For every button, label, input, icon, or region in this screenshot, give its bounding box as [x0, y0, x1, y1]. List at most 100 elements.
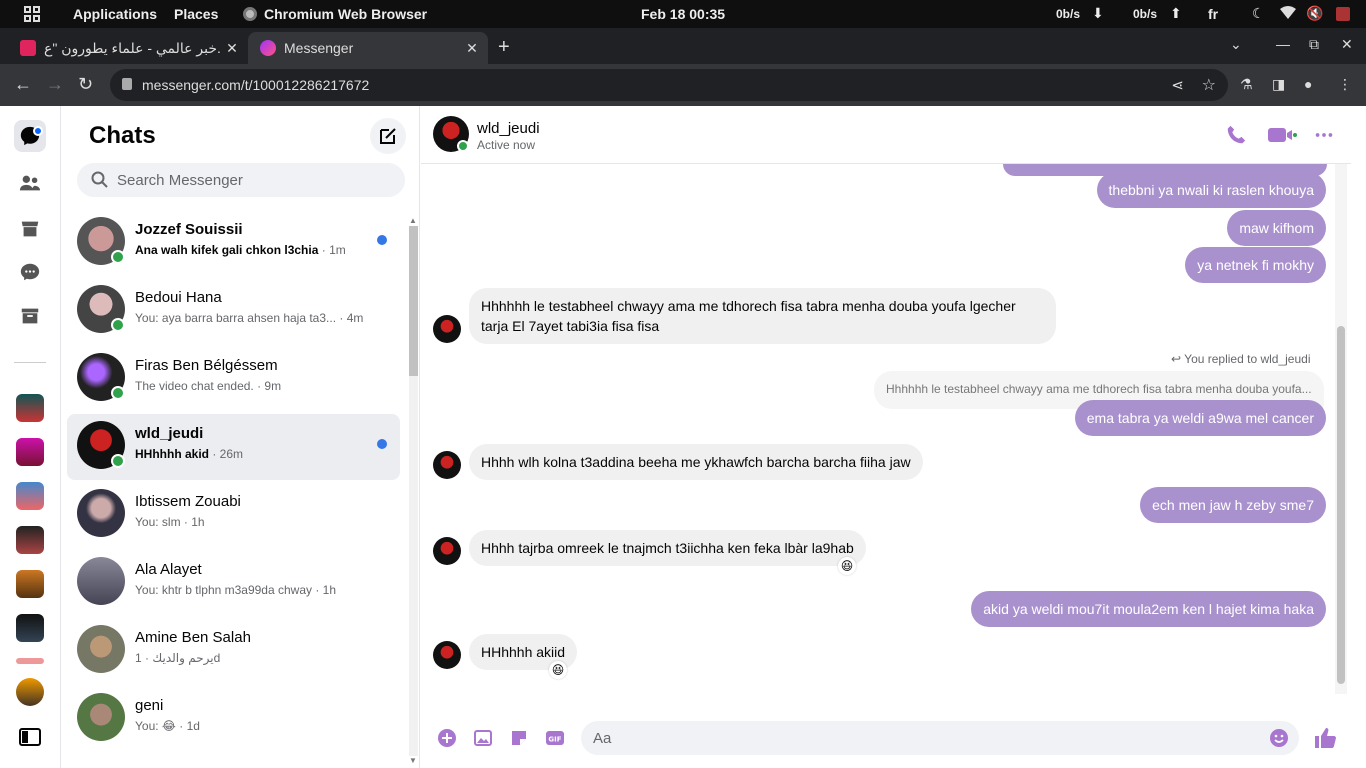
- minimize-button[interactable]: —: [1276, 36, 1290, 52]
- thumbs-up-like-icon[interactable]: [1313, 726, 1337, 750]
- scrollbar-thumb[interactable]: [1337, 326, 1345, 684]
- side-panel-icon[interactable]: ◨: [1272, 76, 1288, 92]
- toggle-sidebar-icon[interactable]: [14, 721, 46, 753]
- contact-avatar-small[interactable]: [433, 641, 461, 669]
- search-box[interactable]: [77, 163, 405, 197]
- close-window-button[interactable]: ✕: [1341, 36, 1353, 53]
- browser-toolbar: ← → ↻ messenger.com/t/100012286217672 ⋖ …: [0, 64, 1366, 106]
- community-thumb-3[interactable]: [16, 482, 44, 510]
- message-bubble-sent[interactable]: ya netnek fi mokhy: [1185, 247, 1326, 283]
- community-thumb-5[interactable]: [16, 570, 44, 598]
- labs-flask-icon[interactable]: ⚗: [1240, 76, 1256, 92]
- reaction-laugh[interactable]: 😆: [549, 661, 567, 679]
- battery-icon[interactable]: [1336, 7, 1350, 21]
- contact-avatar-small[interactable]: [433, 451, 461, 479]
- close-tab-icon[interactable]: ✕: [462, 40, 482, 57]
- online-indicator: [457, 140, 469, 152]
- keyboard-language[interactable]: fr: [1208, 6, 1218, 22]
- chat-row[interactable]: Ibtissem Zouabi You: slm · 1h: [67, 482, 400, 548]
- volume-muted-icon[interactable]: 🔇: [1306, 5, 1323, 22]
- reaction-laugh[interactable]: 😆: [838, 557, 856, 575]
- app-grid-icon[interactable]: [24, 6, 40, 22]
- clock[interactable]: Feb 18 00:35: [641, 6, 725, 22]
- forward-button[interactable]: →: [46, 74, 64, 95]
- places-menu[interactable]: Places: [174, 6, 218, 22]
- browser-menu-icon[interactable]: ⋮: [1338, 76, 1354, 92]
- browser-tab-messenger[interactable]: Messenger ✕: [248, 32, 488, 64]
- message-field[interactable]: [581, 721, 1299, 755]
- online-indicator: [111, 386, 125, 400]
- phone-call-icon[interactable]: [1225, 124, 1247, 146]
- more-options-icon[interactable]: [1313, 124, 1335, 146]
- chat-row[interactable]: geni You: 😂 · 1d: [67, 686, 400, 752]
- community-thumb-4[interactable]: [16, 526, 44, 554]
- message-bubble-received[interactable]: Hhhhhh le testabheel chwayy ama me tdhor…: [469, 288, 1056, 344]
- maximize-button[interactable]: ⧉: [1309, 36, 1319, 53]
- news-favicon-icon: [20, 40, 36, 56]
- message-requests-nav-icon[interactable]: [14, 256, 46, 288]
- tab-search-chevron-icon[interactable]: ⌄: [1230, 36, 1242, 53]
- share-icon[interactable]: ⋖: [1171, 76, 1184, 94]
- video-call-icon[interactable]: [1267, 124, 1297, 146]
- attach-image-icon[interactable]: [473, 728, 493, 748]
- community-thumb-2[interactable]: [16, 438, 44, 466]
- community-thumb-6[interactable]: [16, 614, 44, 642]
- profile-icon[interactable]: ●: [1304, 76, 1320, 92]
- scroll-down-arrow-icon[interactable]: ▼: [409, 756, 417, 765]
- contact-name[interactable]: wld_jeudi: [477, 120, 540, 137]
- scroll-up-arrow-icon[interactable]: ▲: [409, 216, 417, 225]
- message-bubble-sent[interactable]: akid ya weldi mou7it moula2em ken l haje…: [971, 591, 1326, 627]
- active-app-name[interactable]: Chromium Web Browser: [264, 6, 427, 22]
- browser-tab-news[interactable]: خبر عالمي - علماء يطورون "ع... ✕: [8, 32, 248, 64]
- community-thumb-7[interactable]: [16, 658, 44, 664]
- contact-avatar-small[interactable]: [433, 315, 461, 343]
- chat-row[interactable]: Amine Ben Salah يرحم والديك · 1d: [67, 618, 400, 684]
- chat-preview: HHhhhh akid · 26m: [135, 447, 244, 461]
- message-input[interactable]: [593, 721, 1253, 755]
- contact-avatar-small[interactable]: [433, 537, 461, 565]
- chat-preview: You: slm · 1h: [135, 515, 205, 529]
- night-light-icon[interactable]: ☾: [1252, 5, 1265, 22]
- emoji-icon[interactable]: [1269, 728, 1289, 748]
- chat-row[interactable]: Firas Ben Bélgéssem The video chat ended…: [67, 346, 400, 412]
- new-tab-button[interactable]: +: [498, 36, 510, 59]
- message-bubble-received[interactable]: Hhhh tajrba omreek le tnajmch t3iichha k…: [469, 530, 866, 566]
- url-text[interactable]: messenger.com/t/100012286217672: [142, 77, 369, 93]
- search-icon: [91, 171, 108, 188]
- profile-avatar[interactable]: [16, 678, 44, 706]
- marketplace-nav-icon[interactable]: [14, 213, 46, 245]
- chat-row-selected[interactable]: wld_jeudi HHhhhh akid · 26m: [67, 414, 400, 480]
- people-nav-icon[interactable]: [14, 167, 46, 199]
- conversation-scrollbar[interactable]: [1335, 164, 1347, 694]
- reload-button[interactable]: ↻: [78, 74, 93, 95]
- message-bubble-sent[interactable]: ema tabra ya weldi a9wa mel cancer: [1074, 400, 1326, 436]
- gif-icon[interactable]: GIF: [545, 728, 565, 748]
- message-bubble-sent[interactable]: ech men jaw h zeby sme7: [1140, 487, 1326, 523]
- address-bar[interactable]: messenger.com/t/100012286217672 ⋖ ☆: [110, 69, 1228, 101]
- online-indicator: [111, 454, 125, 468]
- message-bubble-sent[interactable]: thebbni ya nwali ki raslen khouya: [1096, 172, 1326, 208]
- message-bubble-received[interactable]: Hhhh wlh kolna t3addina beeha me ykhawfc…: [469, 444, 923, 480]
- archive-nav-icon[interactable]: [14, 300, 46, 332]
- sticker-icon[interactable]: [509, 728, 529, 748]
- new-message-button[interactable]: [370, 118, 406, 154]
- bookmark-star-icon[interactable]: ☆: [1202, 75, 1216, 95]
- more-actions-plus-icon[interactable]: [437, 728, 457, 748]
- chat-list-scrollbar[interactable]: ▲ ▼: [408, 216, 418, 768]
- applications-menu[interactable]: Applications: [73, 6, 157, 22]
- scrollbar-thumb[interactable]: [409, 226, 418, 376]
- message-bubble-sent[interactable]: maw kifhom: [1227, 210, 1326, 246]
- back-button[interactable]: ←: [14, 74, 32, 95]
- wifi-icon[interactable]: [1280, 6, 1296, 20]
- chat-row[interactable]: Bedoui Hana You: aya barra barra ahsen h…: [67, 278, 400, 344]
- chats-nav-icon[interactable]: [14, 120, 46, 152]
- search-input[interactable]: [117, 163, 397, 197]
- chat-preview: Ana walh kifek gali chkon l3chia · 1m: [135, 243, 346, 257]
- community-thumb-1[interactable]: [16, 394, 44, 422]
- contact-status: Active now: [477, 138, 536, 152]
- close-tab-icon[interactable]: ✕: [222, 40, 242, 57]
- chat-name: Ala Alayet: [135, 561, 202, 578]
- lock-icon[interactable]: [122, 78, 132, 90]
- chat-row[interactable]: Ala Alayet You: khtr b tlphn m3a99da chw…: [67, 550, 400, 616]
- chat-row[interactable]: Jozzef Souissii Ana walh kifek gali chko…: [67, 210, 400, 276]
